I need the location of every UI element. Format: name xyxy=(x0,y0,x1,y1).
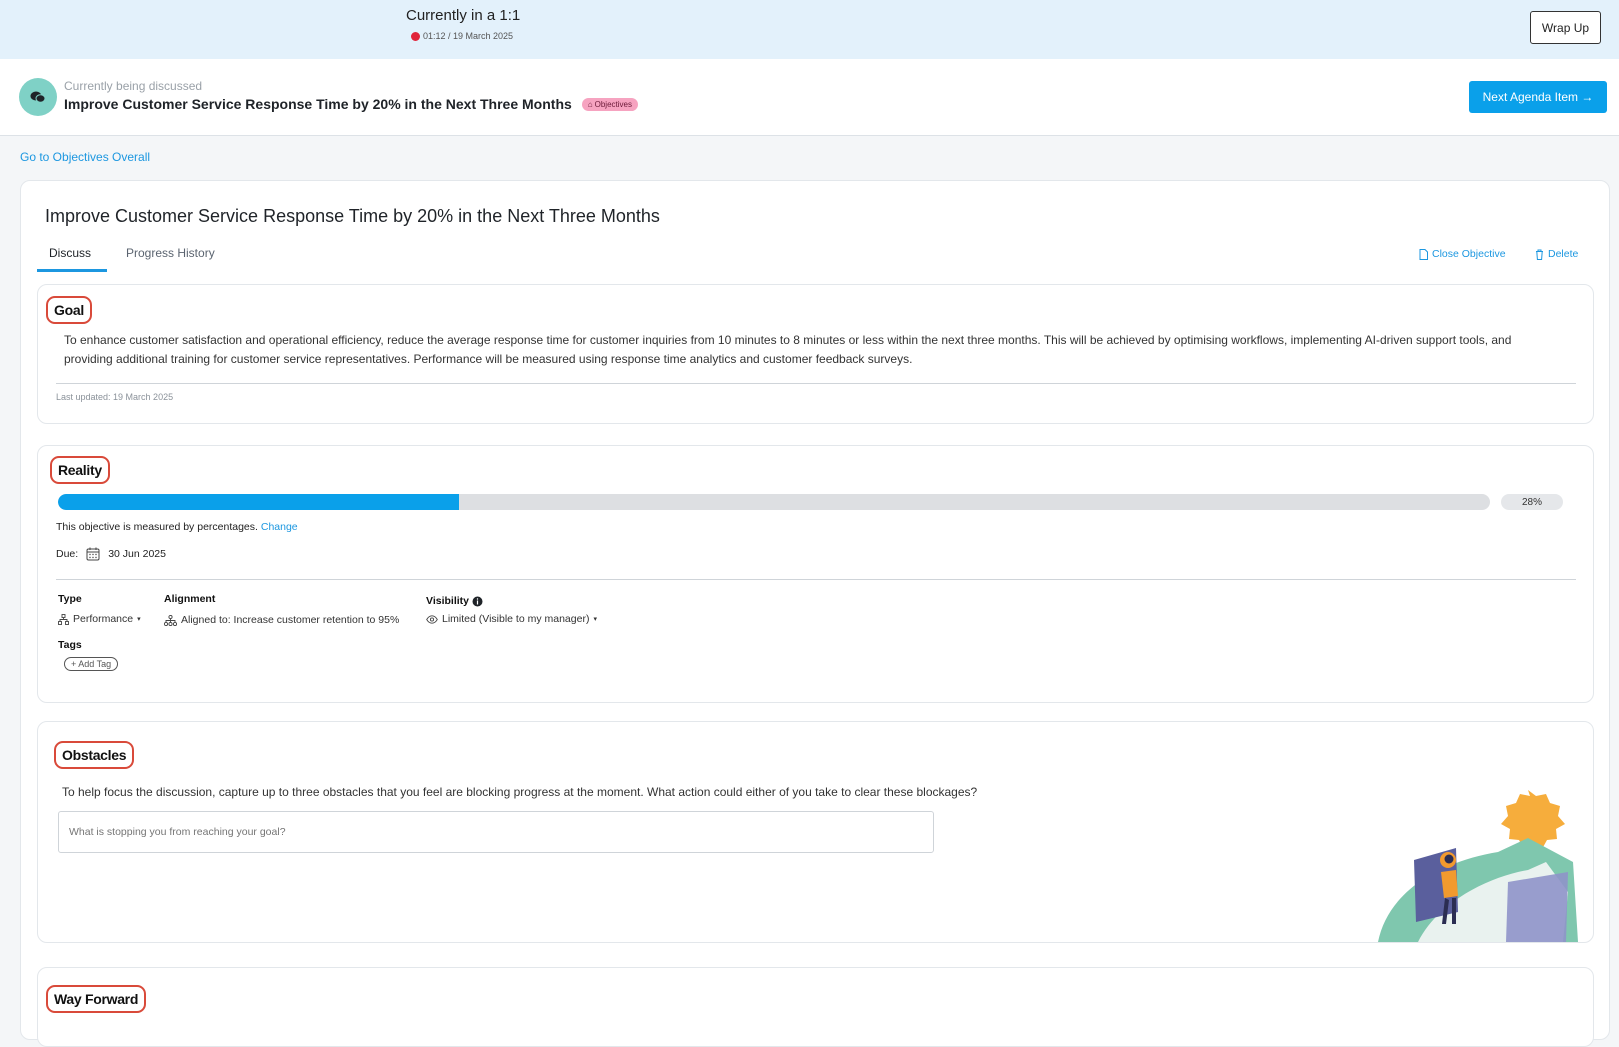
hierarchy-icon xyxy=(58,613,69,625)
delete-button[interactable]: Delete xyxy=(1535,248,1578,260)
due-date-row: Due: 30 Jun 2025 xyxy=(56,547,166,561)
goal-section: Goal To enhance customer satisfaction an… xyxy=(37,284,1594,424)
objectives-badge: ⌂ Objectives xyxy=(581,97,638,111)
next-agenda-item-button[interactable]: Next Agenda Item → xyxy=(1469,81,1607,113)
obstacle-input[interactable] xyxy=(58,811,934,853)
type-dropdown[interactable]: Performance ▾ xyxy=(58,613,141,625)
way-forward-heading: Way Forward xyxy=(46,985,147,1013)
goal-description: To enhance customer satisfaction and ope… xyxy=(64,333,1512,366)
trash-icon xyxy=(1536,249,1543,260)
recording-icon xyxy=(411,31,420,41)
meeting-timer: 01:12 / 19 March 2025 xyxy=(411,31,513,41)
objectives-badge-label: Objectives xyxy=(594,99,632,109)
alignment-text: Aligned to: Increase customer retention … xyxy=(181,614,400,626)
progress-percent: 28% xyxy=(1501,494,1563,510)
divider xyxy=(56,579,1576,580)
meeting-title: Currently in a 1:1 xyxy=(406,7,521,24)
chevron-down-icon: ▾ xyxy=(137,616,141,623)
visibility-label: Visibility xyxy=(426,595,483,607)
discussion-title: Improve Customer Service Response Time b… xyxy=(64,96,638,112)
go-to-objectives-link[interactable]: Go to Objectives Overall xyxy=(20,150,150,164)
meeting-header: Currently in a 1:1 01:12 / 19 March 2025… xyxy=(0,0,1619,59)
objective-title: Improve Customer Service Response Time b… xyxy=(45,206,660,226)
tag-icon: ⌂ xyxy=(587,99,593,109)
visibility-label-text: Visibility xyxy=(426,595,469,607)
last-updated: Last updated: 19 March 2025 xyxy=(56,392,174,402)
wrap-up-button[interactable]: Wrap Up xyxy=(1530,11,1601,44)
alignment-label: Alignment xyxy=(164,593,216,605)
due-date[interactable]: 30 Jun 2025 xyxy=(108,548,166,560)
progress-bar-fill xyxy=(58,494,459,510)
alignment-value[interactable]: Aligned to: Increase customer retention … xyxy=(164,614,399,626)
type-value: Performance xyxy=(73,613,134,625)
close-objective-label: Close Objective xyxy=(1432,248,1506,260)
way-forward-section: Way Forward xyxy=(37,967,1594,1047)
measure-text: This objective is measured by percentage… xyxy=(56,521,258,533)
goal-heading: Goal xyxy=(46,296,92,324)
meeting-timer-text: 01:12 / 19 March 2025 xyxy=(423,31,514,41)
progress-bar[interactable] xyxy=(58,494,1490,510)
discussion-title-text: Improve Customer Service Response Time b… xyxy=(64,96,572,112)
visibility-dropdown[interactable]: Limited (Visible to my manager) ▾ xyxy=(426,613,597,625)
chat-bubbles-icon xyxy=(19,78,57,116)
obstacles-section: Obstacles To help focus the discussion, … xyxy=(37,721,1594,943)
change-link[interactable]: Change xyxy=(261,521,298,533)
document-icon xyxy=(1419,248,1428,260)
tags-label: Tags xyxy=(58,639,82,651)
info-icon[interactable] xyxy=(472,596,483,607)
active-tab-indicator xyxy=(37,269,107,272)
reality-heading: Reality xyxy=(50,456,110,484)
discussion-label: Currently being discussed xyxy=(64,79,203,93)
close-objective-button[interactable]: Close Objective xyxy=(1419,248,1506,260)
eye-icon xyxy=(426,614,438,624)
org-chart-icon xyxy=(164,614,177,626)
tab-discuss[interactable]: Discuss xyxy=(49,246,91,260)
person-on-arrow-illustration xyxy=(1378,790,1578,942)
calendar-icon[interactable] xyxy=(86,547,100,561)
tab-progress-history[interactable]: Progress History xyxy=(126,246,215,260)
due-label: Due: xyxy=(56,548,79,560)
visibility-value: Limited (Visible to my manager) xyxy=(442,613,590,625)
current-discussion-bar: Currently being discussed Improve Custom… xyxy=(0,59,1619,136)
type-label: Type xyxy=(58,593,82,605)
divider xyxy=(56,383,1576,384)
chevron-down-icon: ▾ xyxy=(593,616,597,623)
reality-section: Reality 28% This objective is measured b… xyxy=(37,445,1594,703)
add-tag-button[interactable]: + Add Tag xyxy=(64,657,119,671)
measure-description: This objective is measured by percentage… xyxy=(56,521,298,533)
obstacles-prompt: To help focus the discussion, capture up… xyxy=(62,785,978,799)
obstacles-heading: Obstacles xyxy=(54,741,135,769)
delete-label: Delete xyxy=(1548,248,1579,260)
objective-card: Improve Customer Service Response Time b… xyxy=(20,180,1610,1047)
